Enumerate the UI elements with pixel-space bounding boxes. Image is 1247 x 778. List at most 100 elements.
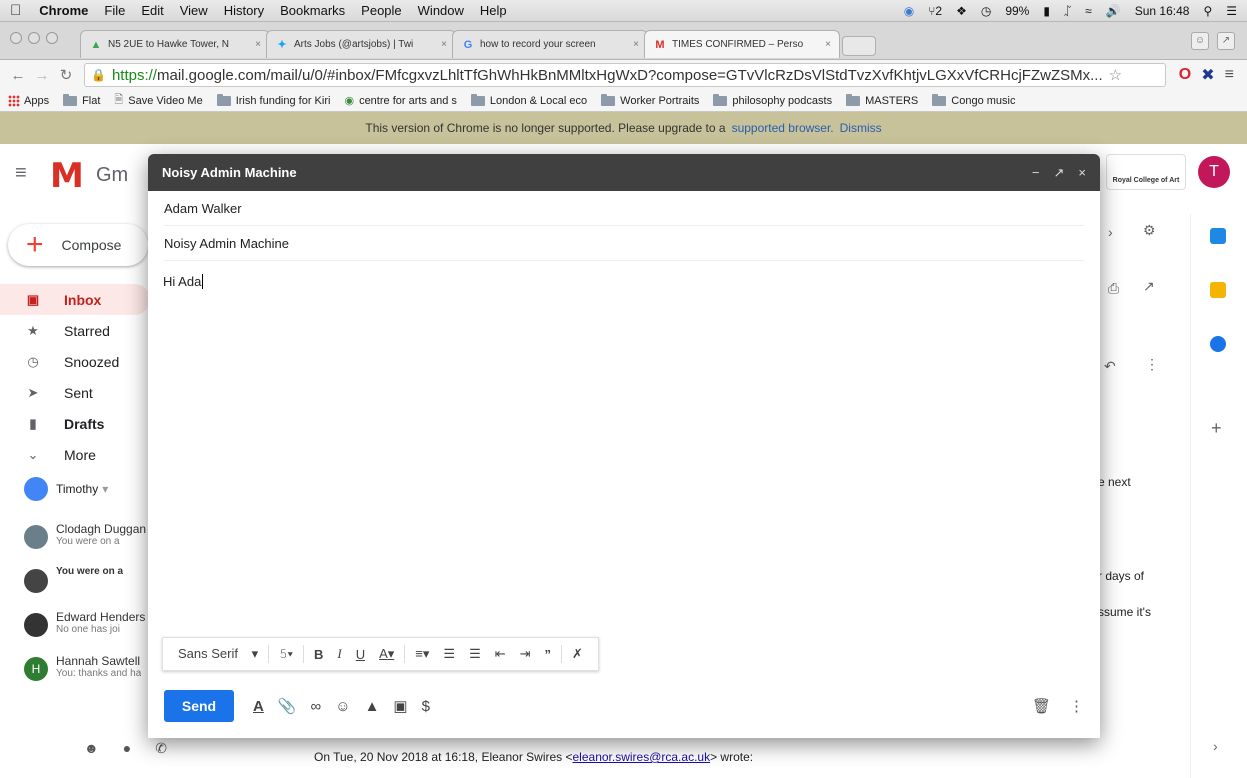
extension-icon[interactable]: ✖ [1201,65,1214,85]
drive-icon[interactable]: ▲ [365,698,380,715]
notification-center-icon[interactable]: ☰ [1226,4,1237,18]
sidebar-item-snoozed[interactable]: ◷ Snoozed [0,346,150,377]
tab-gmail[interactable]: M TIMES CONFIRMED – Perso × [644,30,840,58]
reply-icon[interactable]: ↶ [1104,358,1116,375]
list-item[interactable]: Clodagh Duggan You were on a [24,522,148,564]
bookmark-folder[interactable]: MASTERS [846,93,918,107]
apple-icon[interactable]:  [10,2,21,19]
close-window-button[interactable] [10,32,22,44]
align-icon[interactable]: ≡▾ [415,646,429,662]
menu-icon[interactable]: ≡ [1225,66,1234,84]
profile-icon[interactable]: ☺ [1191,32,1209,50]
hangouts-user[interactable]: Timothy ▾ [24,477,108,501]
chat-icon[interactable]: ● [123,740,131,757]
photo-icon[interactable]: ▣ [393,697,407,715]
attach-icon[interactable]: 📎 [278,697,297,715]
close-tab-icon[interactable]: × [633,39,639,50]
print-icon[interactable]: ⎙ [1108,280,1119,297]
fullscreen-icon[interactable]: ↗ [1217,32,1235,50]
menu-edit[interactable]: Edit [141,3,163,18]
calendar-icon[interactable] [1210,228,1226,244]
spotlight-icon[interactable]: ⚲ [1203,4,1212,18]
indent-less-icon[interactable]: ⇤ [495,646,506,662]
new-tab-button[interactable] [842,36,876,56]
bookmark-folder[interactable]: Congo music [932,93,1015,107]
expand-panel-icon[interactable]: › [1213,738,1218,754]
volume-icon[interactable]: 🔊 [1106,4,1121,18]
bookmark-folder[interactable]: London & Local eco [470,93,587,107]
sidebar-item-drafts[interactable]: ▮ Drafts [0,408,150,439]
close-tab-icon[interactable]: × [255,39,261,50]
italic-icon[interactable]: I [337,646,341,662]
siri-icon[interactable]: ◉ [904,4,914,18]
link-icon[interactable]: ∞ [311,698,322,715]
settings-icon[interactable]: ⚙ [1143,222,1156,239]
supported-browser-link[interactable]: supported browser. [732,121,834,135]
menu-bookmarks[interactable]: Bookmarks [280,3,345,18]
main-menu-icon[interactable]: ≡ [15,162,27,185]
chevron-right-icon[interactable]: › [1108,224,1113,240]
person-icon[interactable]: ☻ [84,740,99,757]
time-machine-icon[interactable]: ◷ [981,4,991,18]
close-tab-icon[interactable]: × [441,39,447,50]
sidebar-item-sent[interactable]: ➤ Sent [0,377,150,408]
sidebar-item-inbox[interactable]: ▣ Inbox [0,284,150,315]
font-size-icon[interactable]: 𝟻▾ [279,646,293,662]
menu-help[interactable]: Help [480,3,507,18]
bookmark-folder[interactable]: philosophy podcasts [713,93,832,107]
menu-file[interactable]: File [104,3,125,18]
menu-people[interactable]: People [361,3,401,18]
send-button[interactable]: Send [164,690,234,722]
bookmark-folder[interactable]: Flat [63,93,100,107]
email-link[interactable]: eleanor.swires@rca.ac.uk [573,750,711,764]
tab-google[interactable]: G how to record your screen × [452,30,648,58]
formatting-options-icon[interactable]: A [253,698,264,715]
bookmark-star-icon[interactable]: ☆ [1109,66,1122,84]
bulleted-list-icon[interactable]: ☰ [469,646,481,662]
reload-icon[interactable]: ↻ [56,66,76,84]
tab-twitter[interactable]: ✦ Arts Jobs (@artsjobs) | Twi × [266,30,456,58]
minimize-window-button[interactable] [28,32,40,44]
account-avatar[interactable]: T [1198,156,1230,188]
quote-icon[interactable]: ” [545,647,552,662]
dropbox-icon[interactable]: ❖ [956,4,967,18]
font-select[interactable]: Sans Serif ▾ [178,646,258,662]
more-vert-icon[interactable]: ⋮ [1145,356,1159,373]
keep-icon[interactable] [1210,282,1226,298]
recipient-chip[interactable]: Adam Walker [164,201,242,216]
add-addon-icon[interactable]: + [1211,418,1222,439]
indent-more-icon[interactable]: ⇥ [520,646,531,662]
forward-icon[interactable]: → [32,67,52,84]
text-color-icon[interactable]: A▾ [379,646,394,662]
compose-button[interactable]: + Compose [8,224,148,266]
open-new-window-icon[interactable]: ↗ [1143,278,1155,295]
message-body[interactable]: Hi Ada [148,261,1100,302]
bookmark-page[interactable]: ◉ centre for arts and s [344,94,456,108]
minimize-icon[interactable]: − [1032,165,1040,181]
menu-view[interactable]: View [180,3,208,18]
tab-maps[interactable]: ▲ N5 2UE to Hawke Tower, N × [80,30,270,58]
rca-logo[interactable]: Royal College of Art [1106,154,1186,190]
more-options-icon[interactable]: ⋮ [1069,697,1084,715]
numbered-list-icon[interactable]: ☰ [443,646,455,662]
phone-icon[interactable]: ✆ [155,740,167,757]
bookmark-folder[interactable]: Worker Portraits [601,93,699,107]
bluetooth-icon[interactable]: ᛢ [1064,4,1071,18]
bold-icon[interactable]: B [314,647,323,662]
battery-icon[interactable]: ▮ [1043,4,1050,18]
to-field[interactable]: Adam Walker [164,191,1084,226]
address-bar[interactable]: 🔒 https://mail.google.com/mail/u/0/#inbo… [84,63,1166,87]
remove-formatting-icon[interactable]: ✗ [572,646,583,662]
subject-field[interactable]: Noisy Admin Machine [164,226,1084,261]
bookmark-apps[interactable]: Apps [8,94,49,107]
menu-history[interactable]: History [224,3,264,18]
list-item[interactable]: You were on a [24,566,148,608]
clock[interactable]: Sun 16:48 [1135,4,1190,18]
money-icon[interactable]: $ [422,698,430,715]
menu-chrome[interactable]: Chrome [39,3,88,18]
bookmark-page[interactable]: 🗎 Save Video Me [114,91,202,110]
wifi-icon[interactable]: ≈ [1085,4,1092,18]
gmail-logo-icon[interactable]: M [50,156,84,196]
emoji-icon[interactable]: ☺ [335,698,350,715]
close-tab-icon[interactable]: × [825,39,831,50]
